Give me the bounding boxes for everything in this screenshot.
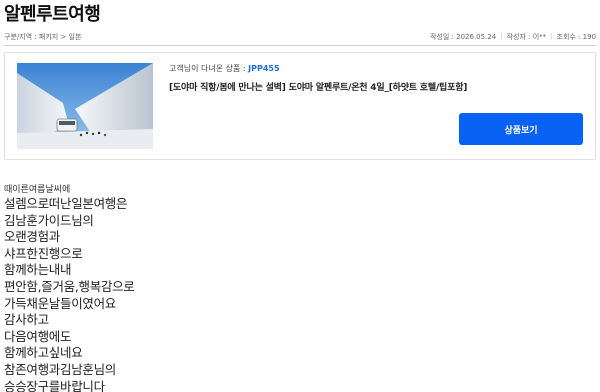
- product-code: JPP455: [248, 64, 280, 73]
- review-line: 감사하고: [4, 312, 49, 328]
- review-line: 참존여행과김남훈님의: [4, 361, 117, 377]
- review-heading: 때이른여름날씨에: [4, 185, 71, 195]
- product-card: 고객님이 다녀온 상품 : JPP455 [도야마 직항/봄에 만나는 설벽] …: [4, 52, 596, 160]
- review-line: 다음여행에도: [4, 328, 72, 344]
- meta-row: 구분/지역 : 패키지 > 일본 작성일 : 2026.05.24 | 작성자 …: [4, 30, 596, 44]
- review-line: 오랜경험과: [4, 229, 61, 245]
- product-code-line: 고객님이 다녀온 상품 : JPP455: [169, 63, 583, 74]
- separator: |: [500, 32, 503, 40]
- review-body: 설렘으로떠난일본여행은 김남훈가이드님의 오랜경험과 샤프한진행으로 함께하는내…: [4, 196, 135, 392]
- review-line: 샤프한진행으로: [4, 245, 83, 261]
- review-line: 함께하고싶네요: [4, 345, 83, 361]
- post-author: 작성자 : 이**: [506, 33, 547, 41]
- review-line: 편안함,즐거움,행복감으로: [4, 278, 135, 294]
- view-product-button[interactable]: 상품보기: [459, 113, 583, 145]
- post-info: 작성일 : 2026.05.24 | 작성자 : 이** | 조회수 : 190: [430, 32, 596, 42]
- post-date: 작성일 : 2026.05.24: [429, 33, 497, 41]
- breadcrumb: 구분/지역 : 패키지 > 일본: [4, 33, 82, 41]
- separator: |: [550, 32, 553, 40]
- product-name[interactable]: [도야마 직항/봄에 만나는 설벽] 도야마 알펜루트/온천 4일_[하얏트 호…: [169, 80, 583, 93]
- review-line: 김남훈가이드님의: [4, 212, 94, 228]
- review-line: 가득채운날들이였어요: [4, 295, 117, 311]
- page-title: 알펜루트여행: [4, 4, 101, 25]
- review-line: 설렘으로떠난일본여행은: [4, 196, 128, 211]
- product-info: 고객님이 다녀온 상품 : JPP455 [도야마 직항/봄에 만나는 설벽] …: [169, 63, 583, 93]
- product-code-label: 고객님이 다녀온 상품 :: [169, 64, 249, 73]
- post-views: 조회수 : 190: [556, 33, 597, 41]
- review-line: 승승장구를바랍니다: [4, 378, 105, 392]
- product-image[interactable]: [17, 63, 153, 149]
- review-line: 함께하는내내: [4, 262, 72, 278]
- divider: [4, 45, 596, 46]
